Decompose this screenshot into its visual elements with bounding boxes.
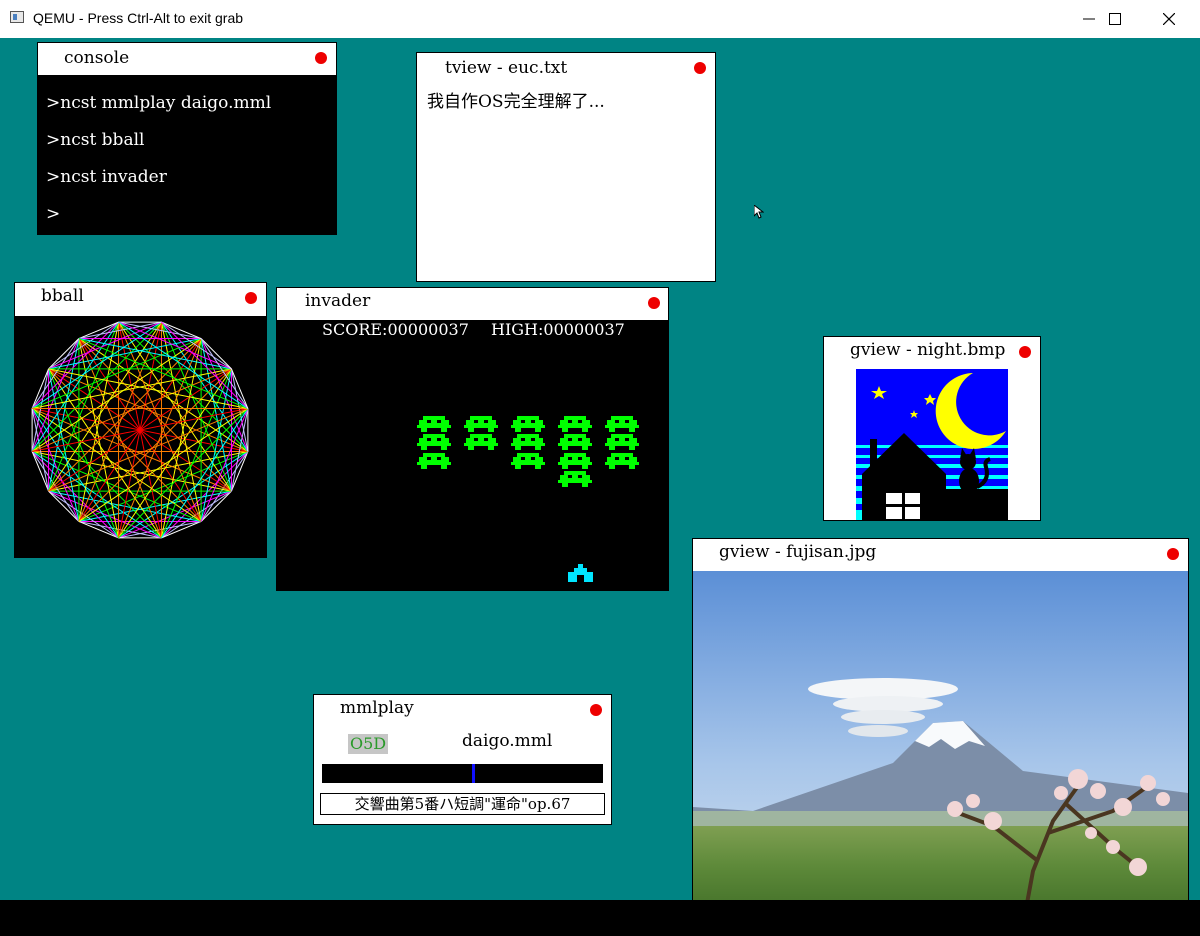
alien-invader-icon [511, 434, 545, 450]
alien-invader-icon [558, 453, 592, 469]
bball-title: bball [41, 286, 84, 306]
maximize-icon [1109, 13, 1121, 25]
bball-line [160, 321, 232, 492]
alien-invader-icon [464, 434, 498, 450]
mml-filename: daigo.mml [462, 731, 553, 751]
bball-line [78, 450, 249, 522]
invader-title: invader [305, 291, 371, 311]
mmlplay-titlebar[interactable]: mmlplay [314, 695, 611, 727]
console-title: console [64, 48, 130, 68]
console-titlebar[interactable]: console [38, 43, 336, 75]
invader-score: SCORE:00000037 [322, 320, 469, 339]
invader-titlebar[interactable]: invader [277, 288, 668, 320]
bball-close-button[interactable] [245, 292, 257, 304]
console-body[interactable]: >ncst mmlplay daigo.mml >ncst bball >ncs… [38, 75, 336, 234]
tview-window[interactable]: tview - euc.txt 我自作OS完全理解了... [416, 52, 716, 282]
gview-fuji-title: gview - fujisan.jpg [719, 542, 877, 562]
host-titlebar: QEMU - Press Ctrl-Alt to exit grab [0, 0, 1200, 38]
bball-line [48, 338, 80, 370]
tview-titlebar[interactable]: tview - euc.txt [417, 53, 715, 85]
octave-indicator: O5D [348, 734, 388, 754]
host-window-title: QEMU - Press Ctrl-Alt to exit grab [33, 10, 244, 26]
bball-line [78, 338, 249, 410]
invader-game-area[interactable]: SCORE:00000037 HIGH:00000037 [277, 320, 668, 590]
gview-night-body [824, 369, 1040, 520]
alien-invader-icon [417, 416, 451, 432]
mouse-cursor-icon [754, 205, 764, 219]
gview-fuji-body [693, 571, 1188, 900]
bball-line [48, 490, 80, 522]
guest-desktop[interactable]: console >ncst mmlplay daigo.mml >ncst bb… [0, 38, 1200, 900]
night-scene-image [856, 369, 1008, 520]
mmlplay-close-button[interactable] [590, 704, 602, 716]
gview-fuji-close-button[interactable] [1167, 548, 1179, 560]
mmlplay-body[interactable]: O5D daigo.mml 交響曲第5番ハ短調"運命"op.67 [314, 727, 611, 824]
invader-close-button[interactable] [648, 297, 660, 309]
tview-text: 我自作OS完全理解了... [427, 92, 605, 112]
player-cannon-icon [568, 564, 593, 582]
mmlplay-title: mmlplay [340, 698, 414, 718]
playback-progress-bar[interactable] [322, 764, 603, 783]
tview-close-button[interactable] [694, 62, 706, 74]
bball-canvas [15, 316, 266, 557]
alien-invader-icon [464, 416, 498, 432]
alien-invader-icon [605, 434, 639, 450]
invader-high-score: HIGH:00000037 [491, 320, 625, 339]
gview-night-titlebar[interactable]: gview - night.bmp [824, 337, 1040, 369]
console-line: >ncst mmlplay daigo.mml [46, 93, 272, 113]
playback-position-marker[interactable] [472, 764, 475, 783]
bball-line [48, 321, 120, 492]
song-title-display: 交響曲第5番ハ短調"運命"op.67 [320, 793, 605, 815]
alien-invader-icon [558, 416, 592, 432]
bball-window[interactable]: bball [14, 282, 267, 558]
gview-night-title: gview - night.bmp [850, 340, 1006, 360]
gview-fuji-window[interactable]: gview - fujisan.jpg [692, 538, 1189, 900]
console-prompt: > [46, 204, 61, 224]
bball-titlebar[interactable]: bball [15, 283, 266, 316]
fujisan-photo-image [693, 571, 1188, 900]
console-line: >ncst bball [46, 130, 145, 150]
mmlplay-window[interactable]: mmlplay O5D daigo.mml 交響曲第5番ハ短調"運命"op.67 [313, 694, 612, 825]
console-window[interactable]: console >ncst mmlplay daigo.mml >ncst bb… [37, 42, 337, 235]
bball-line [200, 338, 232, 370]
alien-invader-icon [511, 416, 545, 432]
gview-night-close-button[interactable] [1019, 346, 1031, 358]
alien-invader-icon [417, 434, 451, 450]
bball-line [160, 368, 232, 539]
alien-invader-icon [605, 416, 639, 432]
bball-line [200, 490, 232, 522]
close-window-button[interactable] [1142, 0, 1196, 38]
invader-window[interactable]: invader SCORE:00000037 HIGH:00000037 [276, 287, 669, 591]
gview-fuji-titlebar[interactable]: gview - fujisan.jpg [693, 539, 1188, 571]
alien-invader-icon [417, 453, 451, 469]
qemu-app-icon[interactable] [10, 11, 24, 23]
console-line: >ncst invader [46, 167, 167, 187]
bball-line [31, 450, 202, 522]
tview-body[interactable]: 我自作OS完全理解了... [417, 85, 715, 281]
alien-invader-icon [558, 434, 592, 450]
bball-line [48, 368, 120, 539]
alien-invader-icon [605, 453, 639, 469]
bball-lines-graphic [31, 321, 249, 539]
bball-line [31, 338, 202, 410]
alien-invader-icon [511, 453, 545, 469]
guest-taskbar [0, 900, 1200, 936]
close-icon [1163, 13, 1175, 25]
maximize-button[interactable] [1088, 0, 1142, 38]
gview-night-window[interactable]: gview - night.bmp [823, 336, 1041, 521]
tview-title: tview - euc.txt [445, 58, 568, 78]
console-close-button[interactable] [315, 52, 327, 64]
alien-invader-icon [558, 471, 592, 487]
